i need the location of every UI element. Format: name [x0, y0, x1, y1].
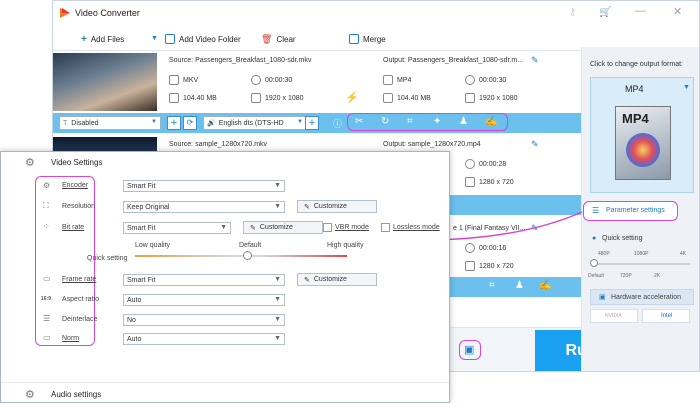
pencil-icon: ✎ — [250, 224, 256, 232]
video-settings-icon: ⚙ — [25, 157, 35, 169]
pencil-icon: ✎ — [304, 203, 310, 211]
quick-setting-label: Quick setting — [87, 255, 128, 262]
deinterlace-icon: ☰ — [43, 314, 51, 323]
resolution-label: Resolution — [62, 203, 96, 210]
resolution-customize-button[interactable]: ✎ Customize — [297, 200, 377, 213]
frame-rate-icon: ▭ — [43, 274, 51, 283]
bitrate-select[interactable]: Smart Fit ▼ — [123, 222, 231, 234]
aspect-ratio-icon: 16:9 — [41, 296, 52, 302]
resolution-select[interactable]: Keep Original ▼ — [123, 201, 285, 213]
lossless-mode-label[interactable]: Lossless mode — [393, 224, 440, 231]
audio-settings-title: Audio settings — [51, 390, 102, 399]
encoder-select[interactable]: Smart Fit ▼ — [123, 180, 285, 192]
aspect-ratio-label: Aspect ratio — [62, 296, 99, 303]
default-quality-label: Default — [239, 242, 262, 249]
low-quality-label: Low quality — [135, 242, 171, 249]
frame-rate-select[interactable]: Smart Fit ▼ — [123, 274, 285, 286]
encoder-label[interactable]: Encoder — [62, 182, 88, 189]
video-settings-title: Video Settings — [51, 158, 103, 167]
quality-slider[interactable] — [135, 255, 347, 257]
norm-icon: ▭ — [43, 333, 51, 342]
frame-rate-label[interactable]: Frame rate — [62, 276, 96, 283]
bitrate-label[interactable]: Bit rate — [62, 224, 84, 231]
vbr-mode-checkbox[interactable] — [323, 223, 332, 232]
encoder-icon: ⚙ — [43, 181, 51, 190]
settings-dialog: ⚙ Video Settings ⚙ Encoder Smart Fit ▼ ⛶ … — [0, 151, 450, 403]
audio-settings-icon: ⚙ — [25, 389, 35, 401]
pencil-icon: ✎ — [304, 276, 310, 284]
aspect-ratio-select[interactable]: Auto ▼ — [123, 294, 285, 306]
frame-rate-customize-button[interactable]: ✎ Customize — [297, 273, 377, 286]
bitrate-icon: ⁘ — [43, 222, 50, 231]
resolution-icon: ⛶ — [43, 201, 49, 210]
bitrate-customize-button[interactable]: ✎ Customize — [243, 221, 323, 234]
norm-label[interactable]: Norm — [62, 335, 79, 342]
norm-select[interactable]: Auto ▼ — [123, 333, 285, 345]
deinterlace-select[interactable]: No ▼ — [123, 314, 285, 326]
quality-slider-handle[interactable] — [243, 251, 252, 260]
lossless-mode-checkbox[interactable] — [381, 223, 390, 232]
deinterlace-label: Deinterlace — [62, 316, 98, 323]
high-quality-label: High quality — [327, 242, 364, 249]
divider — [1, 382, 449, 383]
vbr-mode-label[interactable]: VBR mode — [335, 224, 369, 231]
